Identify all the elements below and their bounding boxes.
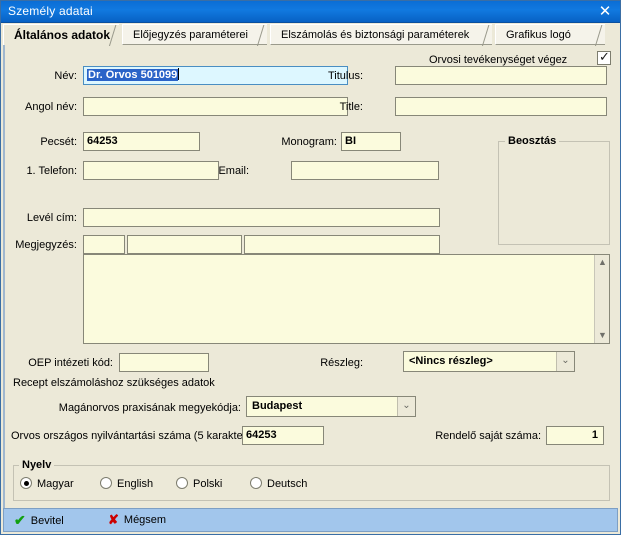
email-input[interactable] bbox=[291, 161, 439, 180]
tab-label: Előjegyzés paraméterei bbox=[133, 29, 248, 41]
nyelv-label: Nyelv bbox=[19, 459, 55, 471]
x-icon: ✘ bbox=[108, 512, 119, 527]
beosztas-group bbox=[498, 141, 610, 245]
check-icon: ✔ bbox=[14, 512, 26, 528]
telefon1-input[interactable] bbox=[83, 161, 219, 180]
megyekod-value: Budapest bbox=[252, 400, 303, 412]
megyekod-label: Magánorvos praxisának megyekódja: bbox=[58, 402, 241, 414]
tab-label: Elszámolás és biztonsági paraméterek bbox=[281, 29, 470, 41]
tab-elojegyzes-parameterei[interactable]: Előjegyzés paraméterei bbox=[122, 24, 267, 45]
oep-kod-label: OEP intézeti kód: bbox=[28, 357, 113, 369]
megyekod-combobox[interactable]: Budapest ⌄ bbox=[246, 396, 416, 417]
chevron-down-icon[interactable]: ⌄ bbox=[397, 397, 415, 416]
title-bar: Személy adatai ✕ bbox=[0, 0, 621, 23]
reszleg-combobox[interactable]: <Nincs részleg> ⌄ bbox=[403, 351, 575, 372]
tab-page-general: Orvosi tevékenységet végez ✓ Név: Dr. Or… bbox=[3, 45, 618, 508]
title-en-input[interactable] bbox=[395, 97, 607, 116]
scroll-down-icon[interactable]: ▼ bbox=[598, 331, 607, 340]
scroll-up-icon[interactable]: ▲ bbox=[598, 258, 607, 267]
tab-altalanos-adatok[interactable]: Általános adatok bbox=[3, 24, 119, 45]
megjegyzes-input-2[interactable] bbox=[127, 235, 242, 254]
recept-section-label: Recept elszámoláshoz szükséges adatok bbox=[13, 377, 215, 389]
radio-deutsch[interactable]: Deutsch bbox=[250, 477, 307, 491]
radio-polski[interactable]: Polski bbox=[176, 477, 222, 491]
text-caret bbox=[178, 68, 180, 80]
reszleg-label: Részleg: bbox=[320, 357, 363, 369]
email-label: Email: bbox=[218, 165, 249, 177]
nev-label: Név: bbox=[54, 70, 77, 82]
nyilvantartasi-input[interactable]: 64253 bbox=[242, 426, 324, 445]
radio-label: Deutsch bbox=[267, 478, 308, 490]
ok-button[interactable]: ✔ Bevitel bbox=[14, 512, 64, 528]
nev-selected-text: Dr. Orvos 501099 bbox=[87, 69, 179, 81]
megjegyzes-input-3[interactable] bbox=[244, 235, 440, 254]
tab-grafikus-logo[interactable]: Grafikus logó bbox=[495, 24, 605, 45]
levelcim-input[interactable] bbox=[83, 208, 440, 227]
title-en-label: Title: bbox=[339, 101, 363, 113]
megjegyzes-input-1[interactable] bbox=[83, 235, 125, 254]
radio-icon bbox=[20, 477, 32, 489]
beosztas-list[interactable] bbox=[499, 142, 609, 244]
memo-scrollbar[interactable]: ▲ ▼ bbox=[594, 255, 609, 343]
tab-strip: Általános adatok Előjegyzés paraméterei … bbox=[0, 23, 621, 45]
radio-magyar[interactable]: Magyar bbox=[20, 477, 74, 491]
telefon1-label: 1. Telefon: bbox=[26, 165, 77, 177]
radio-icon bbox=[250, 477, 262, 489]
rendelo-szam-label: Rendelő saját száma: bbox=[435, 430, 541, 442]
levelcim-label: Levél cím: bbox=[26, 212, 77, 224]
tab-slant bbox=[253, 25, 267, 46]
tab-label: Grafikus logó bbox=[506, 29, 571, 41]
tab-elszamolas-biztonsagi[interactable]: Elszámolás és biztonsági paraméterek bbox=[270, 24, 492, 45]
close-icon[interactable]: ✕ bbox=[595, 2, 615, 21]
cancel-button-label: Mégsem bbox=[123, 514, 167, 526]
doctor-activity-checkbox[interactable]: ✓ bbox=[597, 49, 611, 65]
monogram-label: Monogram: bbox=[281, 136, 337, 148]
checkmark-icon: ✓ bbox=[599, 49, 610, 64]
person-data-dialog: Személy adatai ✕ Általános adatok Előjeg… bbox=[0, 0, 621, 535]
tab-slant bbox=[591, 25, 605, 46]
radio-icon bbox=[176, 477, 188, 489]
pecset-input[interactable]: 64253 bbox=[83, 132, 200, 151]
radio-label: Polski bbox=[193, 478, 223, 490]
tab-label: Általános adatok bbox=[14, 28, 111, 42]
megjegyzes-label: Megjegyzés: bbox=[15, 239, 77, 251]
oep-kod-input[interactable] bbox=[119, 353, 209, 372]
rendelo-szam-input[interactable]: 1 bbox=[546, 426, 604, 445]
beosztas-label: Beosztás bbox=[505, 135, 560, 147]
tab-slant bbox=[105, 25, 119, 46]
angol-nev-label: Angol név: bbox=[25, 101, 77, 113]
ok-button-label: Bevitel bbox=[30, 515, 64, 527]
radio-label: Magyar bbox=[37, 478, 74, 490]
nyilvantartasi-label: Orvos országos nyilvántartási száma (5 k… bbox=[11, 430, 254, 442]
cancel-button[interactable]: ✘ Mégsem bbox=[108, 512, 166, 528]
chevron-down-icon[interactable]: ⌄ bbox=[556, 352, 574, 371]
radio-english[interactable]: English bbox=[100, 477, 153, 491]
titulus-label: Titulus: bbox=[327, 70, 363, 82]
megjegyzes-memo[interactable]: ▲ ▼ bbox=[83, 254, 610, 344]
pecset-label: Pecsét: bbox=[40, 136, 77, 148]
tab-slant bbox=[478, 25, 492, 46]
radio-label: English bbox=[117, 478, 154, 490]
monogram-input[interactable]: BI bbox=[341, 132, 401, 151]
titulus-input[interactable] bbox=[395, 66, 607, 85]
window-title: Személy adatai bbox=[8, 4, 93, 18]
radio-icon bbox=[100, 477, 112, 489]
reszleg-value: <Nincs részleg> bbox=[409, 355, 493, 367]
dialog-action-bar: ✔ Bevitel ✘ Mégsem bbox=[3, 508, 618, 532]
